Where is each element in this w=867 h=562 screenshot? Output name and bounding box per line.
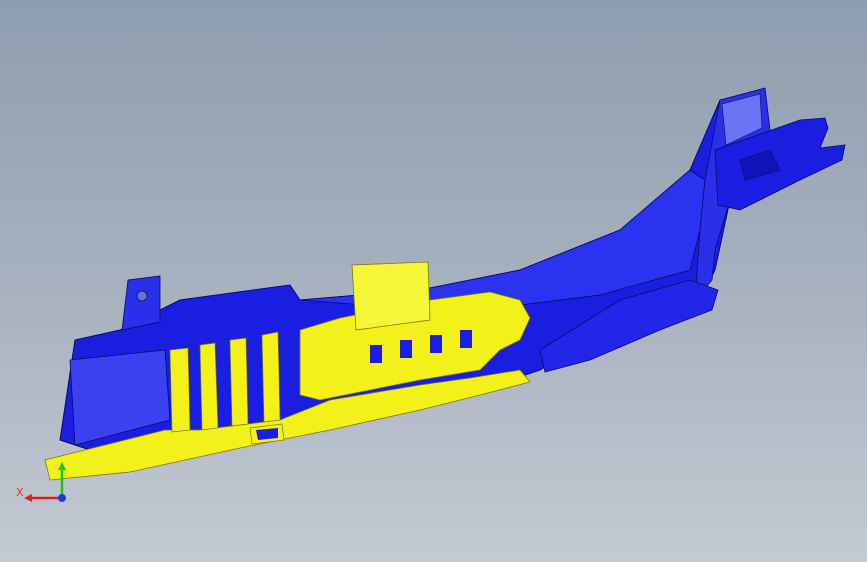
yellow-rib-2: [199, 342, 219, 431]
x-axis-arrowhead: [24, 494, 32, 502]
blue-pocket-2: [400, 340, 412, 358]
cad-viewport[interactable]: X: [0, 0, 867, 562]
blue-pocket-4: [460, 330, 472, 348]
mounting-hole: [136, 290, 148, 302]
blue-pocket-1: [370, 345, 382, 363]
yellow-rib-4: [261, 331, 281, 423]
bumper-bracket-3d-model[interactable]: [0, 0, 867, 562]
x-axis-label: X: [16, 486, 24, 499]
blue-mounting-tab: [121, 275, 161, 331]
y-axis-arrowhead: [58, 462, 66, 470]
z-axis-dot: [58, 494, 66, 502]
coordinate-triad: X: [10, 458, 80, 508]
blue-bottom-slot: [256, 428, 278, 440]
blue-pocket-3: [430, 335, 442, 353]
yellow-upright-tab: [351, 261, 431, 331]
yellow-rib-1: [169, 347, 191, 433]
yellow-rib-3: [229, 337, 249, 427]
